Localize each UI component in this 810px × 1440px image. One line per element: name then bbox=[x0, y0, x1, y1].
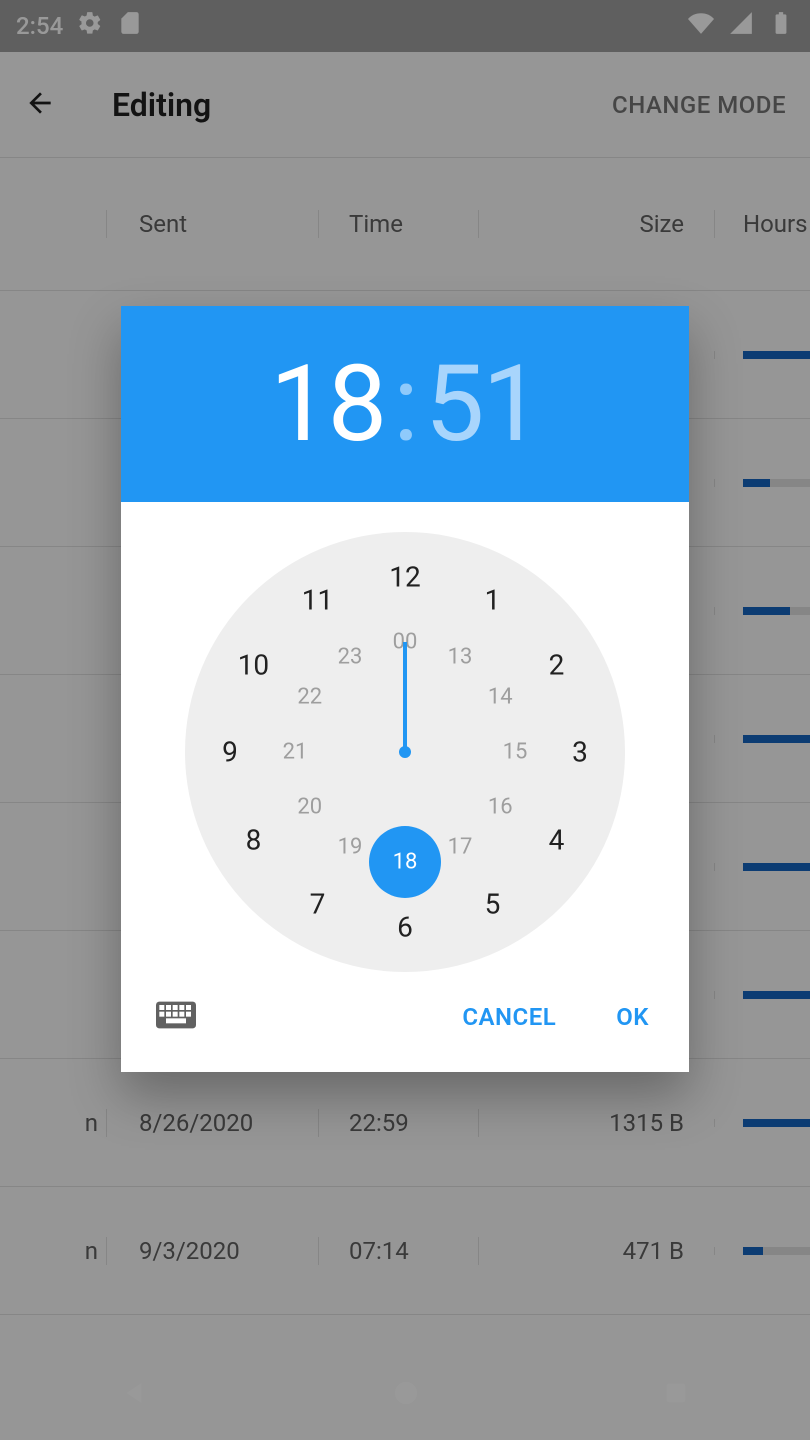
time-picker-minutes[interactable]: 51 bbox=[425, 342, 540, 466]
clock-hour-6[interactable]: 6 bbox=[397, 911, 413, 944]
time-picker-dialog: 18 : 51 12123456789101100131415161718192… bbox=[121, 306, 689, 1072]
clock-hour-20[interactable]: 20 bbox=[297, 795, 322, 820]
clock-hour-12[interactable]: 12 bbox=[389, 561, 420, 594]
time-picker-hours[interactable]: 18 bbox=[270, 342, 385, 466]
clock-hour-5[interactable]: 5 bbox=[485, 887, 501, 920]
clock-hour-2[interactable]: 2 bbox=[549, 648, 565, 681]
clock-hour-4[interactable]: 4 bbox=[549, 823, 565, 856]
clock-hour-3[interactable]: 3 bbox=[572, 736, 588, 769]
clock-hour-17[interactable]: 17 bbox=[448, 835, 473, 860]
time-picker-colon: : bbox=[393, 342, 417, 466]
clock-hour-15[interactable]: 15 bbox=[503, 740, 528, 765]
clock-face[interactable]: 121234567891011001314151617181920212223 bbox=[185, 532, 625, 972]
clock-hour-1[interactable]: 1 bbox=[485, 584, 501, 617]
clock-hour-16[interactable]: 16 bbox=[488, 795, 513, 820]
clock-hour-10[interactable]: 10 bbox=[238, 648, 269, 681]
clock-hour-21[interactable]: 21 bbox=[283, 740, 308, 765]
clock-center-dot bbox=[399, 746, 411, 758]
clock-hour-7[interactable]: 7 bbox=[310, 887, 326, 920]
cancel-button[interactable]: CANCEL bbox=[462, 1003, 556, 1031]
clock-hour-23[interactable]: 23 bbox=[338, 644, 363, 669]
clock-hour-9[interactable]: 9 bbox=[222, 736, 238, 769]
keyboard-input-button[interactable] bbox=[156, 1000, 196, 1034]
clock-hour-11[interactable]: 11 bbox=[302, 584, 333, 617]
clock-hour-14[interactable]: 14 bbox=[488, 685, 513, 710]
clock-hour-18[interactable]: 18 bbox=[393, 850, 418, 875]
clock-hour-22[interactable]: 22 bbox=[297, 685, 322, 710]
clock-hour-19[interactable]: 19 bbox=[338, 835, 363, 860]
ok-button[interactable]: OK bbox=[616, 1003, 649, 1031]
clock-hour-13[interactable]: 13 bbox=[448, 644, 473, 669]
clock-hand bbox=[403, 642, 407, 752]
clock-hour-8[interactable]: 8 bbox=[246, 823, 262, 856]
time-picker-header: 18 : 51 bbox=[121, 306, 689, 502]
